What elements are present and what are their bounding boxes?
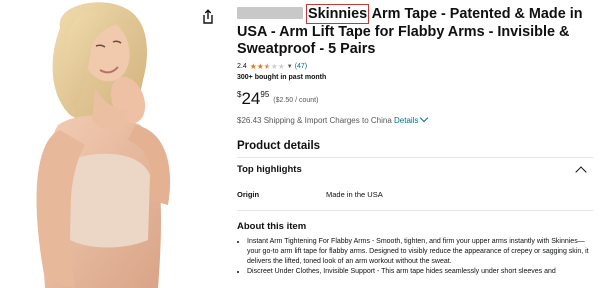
chevron-up-icon[interactable] <box>575 165 587 178</box>
product-details-pane: Skinnies Arm Tape - Patented & Made in U… <box>237 6 593 277</box>
product-details-heading: Product details <box>237 139 321 152</box>
rating-count-link[interactable]: (47) <box>295 63 307 70</box>
star-icon: ★ <box>256 61 264 71</box>
star-icon: ★ <box>270 61 278 71</box>
price-whole: 24 <box>241 88 261 108</box>
about-list: Instant Arm Tightening For Flabby Arms -… <box>237 237 593 277</box>
rating-value: 2.4 <box>237 63 247 70</box>
product-image[interactable] <box>0 0 228 288</box>
share-icon <box>203 9 213 24</box>
star-icon: ★ <box>263 61 271 71</box>
blurred-brand <box>237 7 303 19</box>
origin-label: Origin <box>237 189 260 199</box>
bought-count: 300+ bought in past month <box>237 73 327 81</box>
price: $ 24 95 ($2.50 / count) <box>237 88 593 110</box>
product-title[interactable]: Skinnies Arm Tape - Patented & Made in U… <box>237 6 593 59</box>
brand-highlight: Skinnies <box>308 6 368 22</box>
star-icon: ★ <box>249 61 257 71</box>
unit-price: ($2.50 / count) <box>273 96 319 104</box>
shipping-details-link[interactable]: Details <box>394 116 418 125</box>
origin-value: Made in the USA <box>326 189 383 199</box>
rating-row: 2.4 ★ ★ ★ ★ ★ ▼ (47) <box>237 62 593 72</box>
price-fraction: 95 <box>260 89 270 99</box>
top-highlights-heading: Top highlights <box>237 164 302 175</box>
about-heading: About this item <box>237 220 307 232</box>
product-photo <box>0 0 228 288</box>
star-rating[interactable]: ★ ★ ★ ★ ★ <box>249 61 285 71</box>
shipping-info: $26.43 Shipping & Import Charges to Chin… <box>237 113 593 125</box>
divider <box>237 209 593 211</box>
origin-row: Origin Made in the USA <box>237 190 593 202</box>
about-item: Instant Arm Tightening For Flabby Arms -… <box>247 237 593 267</box>
star-icon: ★ <box>277 61 285 71</box>
chevron-down-icon[interactable]: ▼ <box>287 64 293 70</box>
top-highlights-toggle[interactable]: Top highlights <box>237 158 593 182</box>
about-item: Discreet Under Clothes, Invisible Suppor… <box>247 267 593 277</box>
chevron-down-icon[interactable] <box>420 113 429 122</box>
shipping-text: $26.43 Shipping & Import Charges to Chin… <box>237 115 392 125</box>
share-button[interactable] <box>201 9 215 25</box>
